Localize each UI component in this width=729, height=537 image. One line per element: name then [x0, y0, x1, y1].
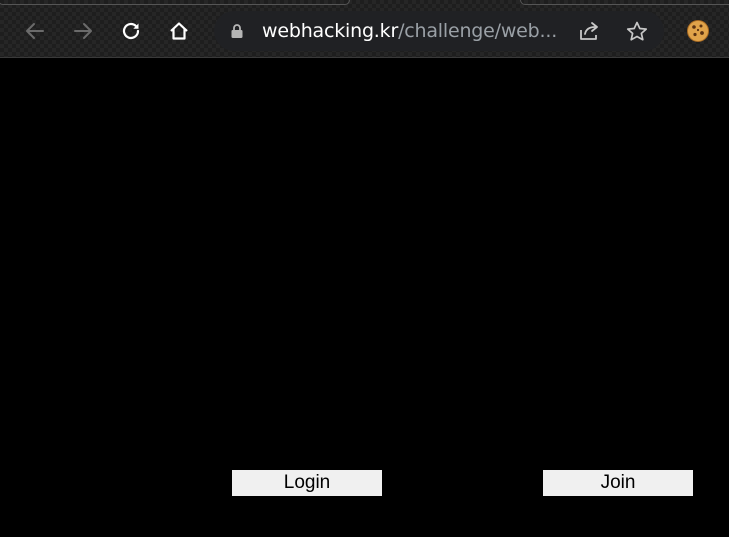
arrow-right-icon — [74, 23, 92, 39]
reload-icon — [122, 22, 140, 40]
join-button[interactable]: Join — [543, 470, 693, 496]
cookie-icon[interactable] — [686, 19, 710, 43]
url-text[interactable]: webhacking.kr/challenge/web... — [262, 20, 562, 42]
page-content: Login Join — [0, 58, 729, 537]
tab-left[interactable] — [0, 0, 350, 5]
back-button[interactable] — [18, 14, 52, 48]
arrow-left-icon — [26, 23, 44, 39]
home-icon — [170, 22, 188, 40]
url-host: webhacking.kr — [262, 20, 399, 42]
star-icon[interactable] — [625, 20, 649, 42]
share-icon[interactable] — [578, 20, 602, 42]
reload-button[interactable] — [114, 14, 148, 48]
url-path: /challenge/web... — [398, 20, 558, 42]
login-button[interactable]: Login — [232, 470, 382, 496]
forward-button[interactable] — [66, 14, 100, 48]
home-button[interactable] — [162, 14, 196, 48]
browser-toolbar: webhacking.kr/challenge/web... — [0, 0, 729, 58]
lock-icon — [231, 24, 243, 38]
address-bar[interactable]: webhacking.kr/challenge/web... — [214, 11, 664, 51]
tab-right[interactable] — [520, 0, 729, 5]
